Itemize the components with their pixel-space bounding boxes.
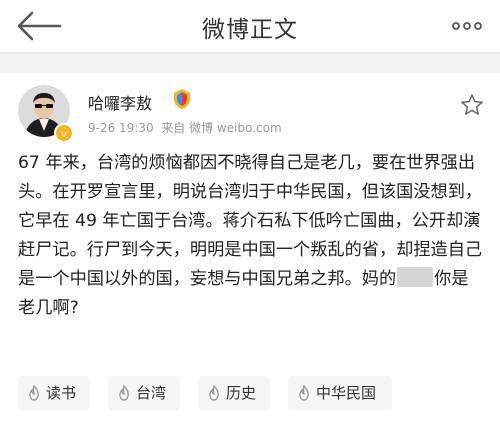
post-meta: 9-26 19:30 来自 微博 weibo.com <box>88 119 282 136</box>
page-title: 微博正文 <box>202 17 298 43</box>
tag-label: 中华民国 <box>316 384 377 402</box>
username[interactable]: 哈囉李敖 <box>88 90 152 114</box>
verified-badge-icon: v <box>54 123 74 143</box>
redacted-blur <box>397 267 434 287</box>
post-content: 67 年来，台湾的烦恼都因不晓得自己是老几，要在世界强出头。在开罗宣言里，明说台… <box>18 149 484 323</box>
star-icon[interactable] <box>460 93 484 117</box>
svg-text:v: v <box>61 129 67 140</box>
post-source: 来自 微博 weibo.com <box>161 121 282 135</box>
tag-label: 历史 <box>226 384 257 402</box>
topic-flame-icon <box>209 385 219 401</box>
post-time: 9-26 19:30 <box>88 121 154 135</box>
top-bar: 微博正文 <box>0 0 500 53</box>
tag-history[interactable]: 历史 <box>198 376 270 410</box>
tag-label: 台湾 <box>136 384 167 402</box>
post-card: v 哈囉李敖 9-26 19:30 来自 微博 weibo.com 67 年来，… <box>0 73 500 434</box>
topic-flame-icon <box>299 385 309 401</box>
more-dots-icon[interactable] <box>452 16 482 36</box>
section-gap <box>0 53 500 73</box>
tag-taiwan[interactable]: 台湾 <box>108 376 180 410</box>
tag-reading[interactable]: 读书 <box>18 376 90 410</box>
tag-roc[interactable]: 中华民国 <box>288 376 392 410</box>
topic-flame-icon <box>29 385 39 401</box>
member-badge-icon <box>174 89 190 109</box>
tag-label: 读书 <box>46 384 77 402</box>
topic-flame-icon <box>119 385 129 401</box>
